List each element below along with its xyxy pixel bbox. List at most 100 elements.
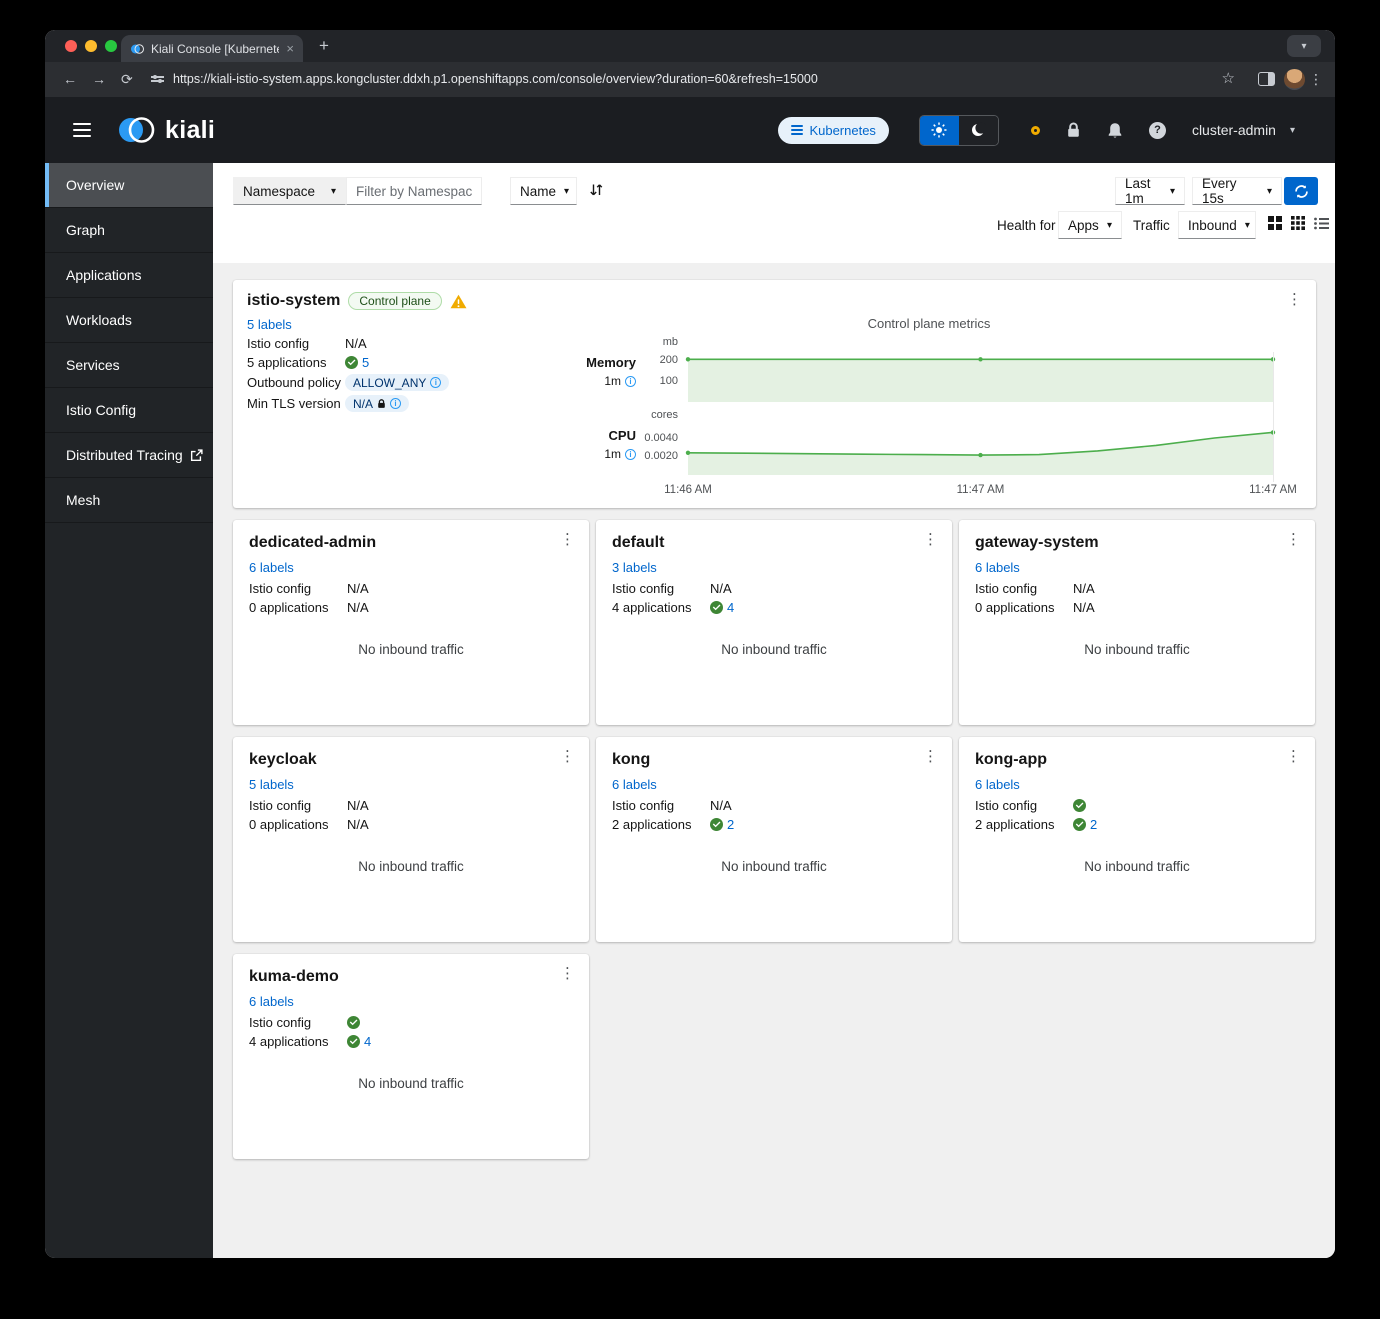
- istio-config-value[interactable]: N/A: [710, 798, 732, 813]
- labels-link[interactable]: 5 labels: [249, 777, 294, 792]
- istio-config-label: Istio config: [249, 1015, 312, 1030]
- dark-theme-button[interactable]: [958, 115, 998, 145]
- filter-type-value: Namespace: [243, 183, 316, 199]
- help-icon[interactable]: ?: [1148, 121, 1166, 139]
- istio-config-value[interactable]: [1073, 799, 1086, 812]
- user-menu[interactable]: cluster-admin ▾: [1192, 122, 1295, 138]
- list-view-icon[interactable]: [1314, 217, 1329, 230]
- kebab-menu-button[interactable]: ⋮: [923, 747, 938, 765]
- browser-profile-avatar[interactable]: [1284, 69, 1305, 90]
- namespace-card-title[interactable]: istio-system: [247, 292, 340, 310]
- outbound-policy-badge[interactable]: ALLOW_ANY i: [345, 374, 450, 391]
- kebab-menu-button[interactable]: ⋮: [1286, 530, 1301, 548]
- reload-icon[interactable]: ⟳: [121, 70, 133, 88]
- cpu-area-chart: [685, 425, 1276, 475]
- sidebar-item-distributed-tracing[interactable]: Distributed Tracing: [45, 433, 213, 478]
- labels-link[interactable]: 6 labels: [975, 560, 1020, 575]
- kebab-menu-button[interactable]: ⋮: [1287, 290, 1302, 308]
- istio-status-icon[interactable]: [1030, 125, 1040, 135]
- labels-link[interactable]: 5 labels: [247, 317, 292, 332]
- sidebar-item-services[interactable]: Services: [45, 343, 213, 388]
- applications-health[interactable]: N/A: [347, 600, 369, 615]
- traffic-label: Traffic: [1133, 218, 1170, 233]
- labels-link[interactable]: 6 labels: [975, 777, 1020, 792]
- info-icon[interactable]: i: [625, 448, 636, 460]
- sidebar-item-overview[interactable]: Overview: [45, 163, 213, 208]
- applications-health[interactable]: N/A: [347, 817, 369, 832]
- expand-view-icon[interactable]: [1268, 216, 1282, 230]
- lock-icon[interactable]: [1066, 122, 1081, 138]
- sidebar-item-istio-config[interactable]: Istio Config: [45, 388, 213, 433]
- namespace-filter-input[interactable]: [346, 177, 482, 205]
- cluster-badge[interactable]: Kubernetes: [778, 116, 889, 144]
- chevron-down-icon: ▾: [1289, 124, 1295, 136]
- memory-area-chart: [685, 352, 1276, 402]
- theme-toggle: [918, 114, 999, 146]
- site-settings-icon[interactable]: [151, 74, 164, 85]
- istio-config-value[interactable]: N/A: [710, 581, 732, 596]
- traffic-select[interactable]: Inbound ▾: [1178, 211, 1256, 239]
- kebab-menu-button[interactable]: ⋮: [1286, 747, 1301, 765]
- back-icon[interactable]: ←: [63, 70, 77, 88]
- kebab-menu-button[interactable]: ⋮: [560, 747, 575, 765]
- applications-health[interactable]: N/A: [1073, 600, 1095, 615]
- address-bar[interactable]: https://kiali-istio-system.apps.kongclus…: [173, 72, 818, 86]
- info-icon[interactable]: i: [625, 375, 636, 387]
- light-theme-button[interactable]: [919, 115, 959, 145]
- applications-health[interactable]: 4: [710, 600, 734, 615]
- namespace-card-title[interactable]: kuma-demo: [249, 968, 339, 985]
- namespace-card-title[interactable]: default: [612, 534, 664, 551]
- labels-link[interactable]: 6 labels: [612, 777, 657, 792]
- sidebar-item-label: Workloads: [66, 312, 132, 328]
- applications-health[interactable]: 4: [347, 1034, 371, 1049]
- browser-tab[interactable]: Kiali Console [Kubernetes] ×: [121, 35, 303, 62]
- bookmark-star-icon[interactable]: ☆: [1222, 70, 1235, 88]
- sidebar-item-graph[interactable]: Graph: [45, 208, 213, 253]
- tab-close-icon[interactable]: ×: [286, 41, 294, 56]
- maximize-window-button[interactable]: [105, 40, 117, 52]
- nav-toggle-icon[interactable]: [73, 122, 91, 138]
- minimize-window-button[interactable]: [85, 40, 97, 52]
- close-window-button[interactable]: [65, 40, 77, 52]
- min-tls-badge[interactable]: N/A i: [345, 395, 410, 412]
- namespace-card-title[interactable]: gateway-system: [975, 534, 1099, 551]
- sidebar-item-workloads[interactable]: Workloads: [45, 298, 213, 343]
- compact-view-icon[interactable]: [1291, 216, 1305, 230]
- health-for-select[interactable]: Apps ▾: [1058, 211, 1122, 239]
- namespace-card-title[interactable]: kong-app: [975, 751, 1047, 768]
- applications-health[interactable]: 5: [345, 355, 369, 370]
- new-tab-button[interactable]: +: [319, 36, 329, 56]
- namespace-card-title[interactable]: keycloak: [249, 751, 317, 768]
- sort-direction-button[interactable]: [589, 182, 604, 198]
- browser-menu-icon[interactable]: ⋮: [1309, 70, 1323, 88]
- istio-config-value[interactable]: N/A: [1073, 581, 1095, 596]
- refresh-button[interactable]: [1284, 177, 1318, 205]
- sort-field-select[interactable]: Name ▾: [510, 177, 577, 205]
- applications-health[interactable]: 2: [1073, 817, 1097, 832]
- namespace-card-gateway-system: gateway-system ⋮ 6 labels Istio config N…: [959, 520, 1315, 725]
- labels-link[interactable]: 6 labels: [249, 994, 294, 1009]
- filter-type-select[interactable]: Namespace ▾: [233, 177, 346, 205]
- namespace-card-title[interactable]: kong: [612, 751, 650, 768]
- istio-config-value[interactable]: [347, 1016, 360, 1029]
- labels-link[interactable]: 3 labels: [612, 560, 657, 575]
- kebab-menu-button[interactable]: ⋮: [923, 530, 938, 548]
- warning-icon[interactable]: [450, 294, 467, 309]
- sidebar-item-applications[interactable]: Applications: [45, 253, 213, 298]
- istio-config-value[interactable]: N/A: [347, 581, 369, 596]
- kiali-logo[interactable]: kiali: [117, 114, 215, 146]
- labels-link[interactable]: 6 labels: [249, 560, 294, 575]
- forward-icon[interactable]: →: [92, 70, 106, 88]
- duration-select[interactable]: Last 1m ▾: [1115, 176, 1185, 206]
- tab-search-chevron-icon[interactable]: ▾: [1287, 35, 1321, 57]
- refresh-interval-select[interactable]: Every 15s ▾: [1192, 176, 1282, 206]
- side-panel-icon[interactable]: [1258, 72, 1275, 86]
- kebab-menu-button[interactable]: ⋮: [560, 530, 575, 548]
- sidebar-item-mesh[interactable]: Mesh: [45, 478, 213, 523]
- namespace-card-title[interactable]: dedicated-admin: [249, 534, 376, 551]
- notifications-bell-icon[interactable]: [1107, 122, 1123, 139]
- istio-config-value[interactable]: N/A: [347, 798, 369, 813]
- kebab-menu-button[interactable]: ⋮: [560, 964, 575, 982]
- applications-health[interactable]: 2: [710, 817, 734, 832]
- check-icon: [710, 818, 723, 831]
